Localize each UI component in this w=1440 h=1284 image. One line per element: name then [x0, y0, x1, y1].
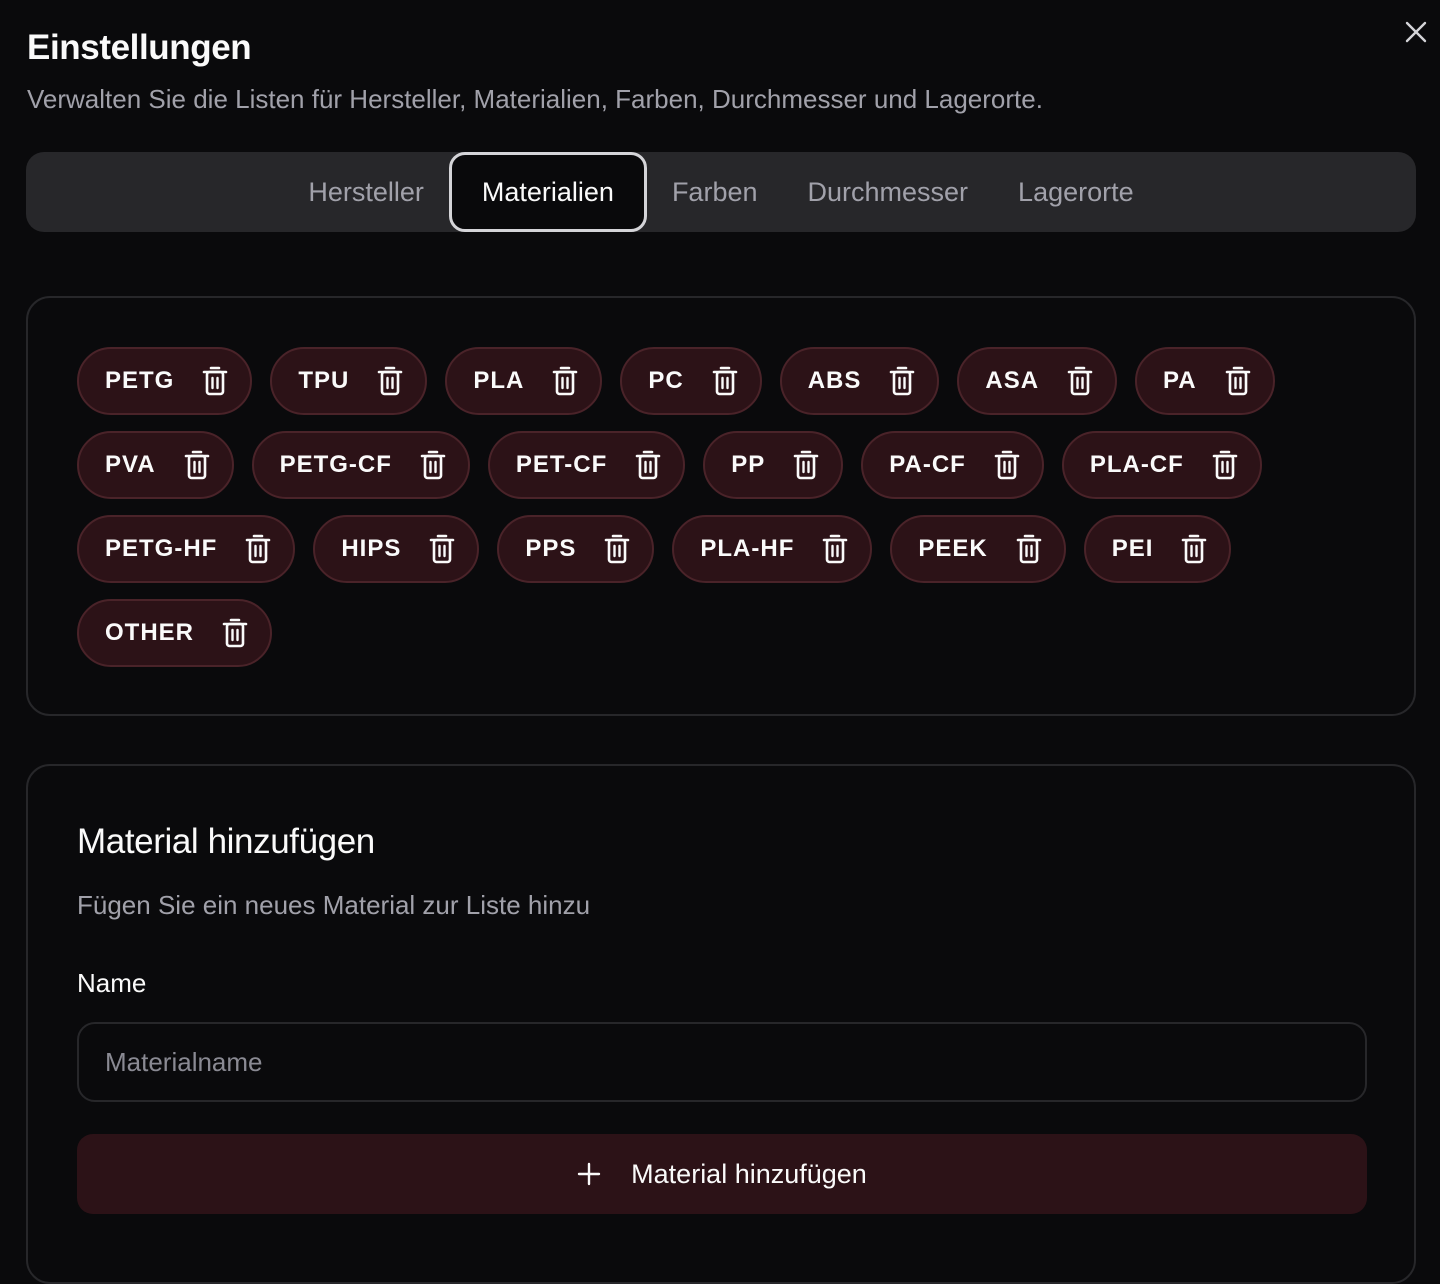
- material-chip: ASA: [957, 347, 1118, 415]
- trash-icon[interactable]: [418, 448, 448, 482]
- material-chip: PC: [620, 347, 762, 415]
- trash-icon[interactable]: [182, 448, 212, 482]
- material-chip: PLA-HF: [672, 515, 873, 583]
- tab-hersteller[interactable]: Hersteller: [283, 152, 449, 232]
- trash-icon[interactable]: [220, 616, 250, 650]
- settings-tabs: Hersteller Materialien Farben Durchmesse…: [26, 152, 1416, 232]
- add-material-title: Material hinzufügen: [77, 822, 375, 861]
- tab-lagerorte[interactable]: Lagerorte: [993, 152, 1159, 232]
- material-chip-label: PVA: [105, 451, 156, 478]
- material-chip: TPU: [270, 347, 428, 415]
- trash-icon[interactable]: [550, 364, 580, 398]
- tab-materialien[interactable]: Materialien: [448, 152, 647, 232]
- material-chip-label: PEEK: [918, 535, 988, 562]
- material-chip: PLA: [445, 347, 603, 415]
- trash-icon[interactable]: [602, 532, 632, 566]
- add-material-button[interactable]: Material hinzufügen: [77, 1134, 1367, 1214]
- material-chip-label: ABS: [807, 367, 862, 394]
- trash-icon[interactable]: [375, 364, 405, 398]
- close-button[interactable]: [1400, 16, 1432, 48]
- material-chip-label: OTHER: [105, 619, 194, 646]
- trash-icon[interactable]: [1065, 364, 1095, 398]
- trash-icon[interactable]: [1179, 532, 1209, 566]
- material-chip: PPS: [497, 515, 655, 583]
- material-chip-label: PETG-CF: [279, 451, 392, 478]
- material-chip: PETG-CF: [251, 431, 470, 499]
- material-chip: PVA: [77, 431, 234, 499]
- material-chip-label: PPS: [525, 535, 577, 562]
- material-chip: HIPS: [313, 515, 480, 583]
- material-chip-label: PEI: [1111, 535, 1154, 562]
- material-chip-label: PC: [648, 367, 684, 394]
- material-chip-label: PET-CF: [515, 451, 608, 478]
- name-label: Name: [77, 968, 147, 998]
- trash-icon[interactable]: [710, 364, 740, 398]
- add-material-description: Fügen Sie ein neues Material zur Liste h…: [77, 890, 591, 920]
- material-chip: PETG-HF: [77, 515, 296, 583]
- material-chip: PEEK: [890, 515, 1066, 583]
- dialog-subtitle: Verwalten Sie die Listen für Hersteller,…: [27, 84, 1043, 114]
- material-chip: PETG: [77, 347, 253, 415]
- trash-icon[interactable]: [1223, 364, 1253, 398]
- close-icon: [1405, 21, 1427, 43]
- material-chip-label: PLA-HF: [700, 535, 795, 562]
- material-name-input[interactable]: [77, 1022, 1367, 1102]
- material-chip: ABS: [779, 347, 940, 415]
- material-chip: PA-CF: [861, 431, 1044, 499]
- trash-icon[interactable]: [820, 532, 850, 566]
- plus-icon: [577, 1162, 601, 1186]
- material-chip: PA: [1135, 347, 1275, 415]
- material-chip: OTHER: [77, 599, 272, 667]
- trash-icon[interactable]: [243, 532, 273, 566]
- material-chip-list: PETG TPU PLA PC ABS ASA PA PVA PETG-CF PET-CF PP PA…: [77, 347, 1367, 667]
- material-chip-label: PA-CF: [889, 451, 966, 478]
- trash-icon[interactable]: [992, 448, 1022, 482]
- add-material-card: Material hinzufügen Fügen Sie ein neues …: [26, 764, 1416, 1284]
- dialog-title: Einstellungen: [27, 28, 252, 67]
- trash-icon[interactable]: [427, 532, 457, 566]
- trash-icon[interactable]: [791, 448, 821, 482]
- trash-icon[interactable]: [1014, 532, 1044, 566]
- material-chip: PP: [703, 431, 844, 499]
- material-chip-label: HIPS: [341, 535, 402, 562]
- trash-icon[interactable]: [200, 364, 230, 398]
- material-chip-label: PETG-HF: [105, 535, 218, 562]
- material-chip-label: TPU: [298, 367, 350, 394]
- trash-icon[interactable]: [633, 448, 663, 482]
- tab-farben[interactable]: Farben: [647, 152, 783, 232]
- settings-dialog: Einstellungen Verwalten Sie die Listen f…: [0, 0, 1440, 1284]
- material-chip-label: ASA: [985, 367, 1040, 394]
- material-chip: PET-CF: [487, 431, 686, 499]
- material-chip-label: PLA-CF: [1089, 451, 1184, 478]
- material-chip: PLA-CF: [1061, 431, 1262, 499]
- tab-durchmesser[interactable]: Durchmesser: [783, 152, 994, 232]
- material-list-card: PETG TPU PLA PC ABS ASA PA PVA PETG-CF PET-CF PP PA…: [26, 296, 1416, 716]
- trash-icon[interactable]: [887, 364, 917, 398]
- add-material-button-label: Material hinzufügen: [631, 1158, 867, 1189]
- material-chip-label: PP: [731, 451, 766, 478]
- material-chip: PEI: [1083, 515, 1232, 583]
- material-chip-label: PA: [1163, 367, 1197, 394]
- material-chip-label: PLA: [473, 367, 525, 394]
- trash-icon[interactable]: [1210, 448, 1240, 482]
- material-chip-label: PETG: [105, 367, 175, 394]
